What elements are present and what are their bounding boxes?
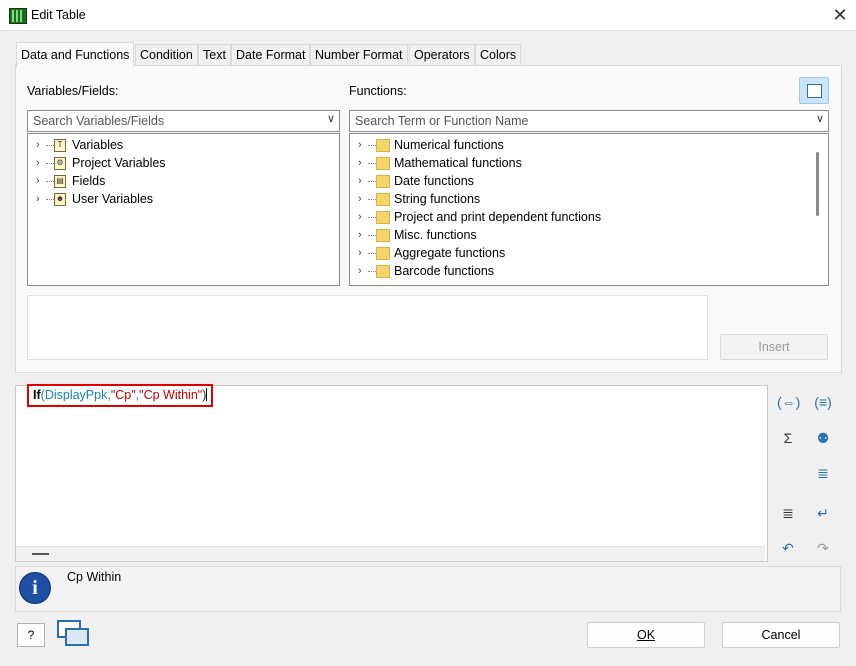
description-box	[27, 295, 708, 360]
tree-item-label: Aggregate functions	[394, 246, 506, 260]
tree-item-mathematical-functions[interactable]: › Mathematical functions	[358, 154, 798, 172]
indent-icon[interactable]: ≣	[777, 503, 799, 523]
formula-string: "Cp Within"	[139, 388, 203, 402]
tree-item-fields[interactable]: › ▤ Fields	[36, 172, 326, 190]
functions-tree[interactable]: › Numerical functions › Mathematical fun…	[349, 133, 829, 286]
formula-field: DisplayPpk	[44, 388, 108, 402]
tree-item-project-print-functions[interactable]: › Project and print dependent functions	[358, 208, 798, 226]
tree-item-aggregate-functions[interactable]: › Aggregate functions	[358, 244, 798, 262]
tree-item-string-functions[interactable]: › String functions	[358, 190, 798, 208]
wrap-expression-icon[interactable]: (⇔)	[777, 392, 800, 412]
close-icon[interactable]: ✕	[828, 3, 852, 27]
tree-item-variables[interactable]: › T Variables	[36, 136, 326, 154]
chevron-right-icon[interactable]: ›	[358, 154, 362, 172]
info-bar	[15, 566, 841, 612]
tree-item-user-variables[interactable]: › ☻ User Variables	[36, 190, 326, 208]
functions-search-placeholder: Search Term or Function Name	[355, 114, 529, 128]
tab-colors[interactable]: Colors	[475, 44, 522, 66]
folder-icon	[376, 175, 390, 188]
user-variables-icon: ☻	[54, 193, 66, 206]
chevron-right-icon[interactable]: ›	[358, 226, 362, 244]
vertical-scrollbar[interactable]	[816, 152, 819, 216]
formula-string: "Cp"	[110, 388, 136, 402]
list-view-icon	[807, 84, 822, 98]
tree-item-label: Barcode functions	[394, 264, 495, 278]
function-view-toggle-button[interactable]	[799, 77, 829, 104]
chevron-right-icon[interactable]: ›	[36, 136, 40, 154]
tree-item-label: Misc. functions	[394, 228, 477, 242]
tab-condition[interactable]: Condition	[135, 44, 198, 66]
chevron-right-icon[interactable]: ›	[358, 190, 362, 208]
variables-search-placeholder: Search Variables/Fields	[33, 114, 165, 128]
users-icon[interactable]: ⚉	[812, 428, 834, 448]
tree-item-label: Numerical functions	[394, 138, 504, 152]
window-title: Edit Table	[31, 8, 86, 22]
redo-icon[interactable]: ↷	[812, 538, 834, 558]
chevron-down-icon[interactable]: ∨	[327, 112, 335, 125]
tree-item-label: Fields	[72, 174, 106, 188]
tree-item-label: Mathematical functions	[394, 156, 522, 170]
chevron-right-icon[interactable]: ›	[36, 154, 40, 172]
chevron-right-icon[interactable]: ›	[358, 262, 362, 280]
tree-item-numerical-functions[interactable]: › Numerical functions	[358, 136, 798, 154]
formula-function: If	[33, 388, 41, 402]
undo-icon[interactable]: ↶	[777, 538, 799, 558]
variables-icon: T	[54, 139, 66, 152]
info-icon: i	[19, 572, 51, 604]
chevron-right-icon[interactable]: ›	[358, 136, 362, 154]
project-variables-icon: ⚙	[54, 157, 66, 170]
fields-icon: ▤	[54, 175, 66, 188]
format-expression-icon[interactable]: (≡)	[812, 392, 834, 412]
chevron-right-icon[interactable]: ›	[36, 172, 40, 190]
tree-item-barcode-functions[interactable]: › Barcode functions	[358, 262, 798, 280]
app-icon	[9, 8, 27, 24]
formula-editor[interactable]	[15, 385, 768, 562]
variables-fields-label: Variables/Fields:	[27, 84, 119, 98]
folder-icon	[376, 193, 390, 206]
chevron-right-icon[interactable]: ›	[358, 244, 362, 262]
variables-search-combo[interactable]: Search Variables/Fields ∨	[27, 110, 340, 132]
outdent-icon[interactable]: ↵	[812, 503, 834, 523]
chevron-right-icon[interactable]: ›	[36, 190, 40, 208]
ok-button[interactable]: OK	[587, 622, 705, 648]
text-cursor	[206, 388, 208, 401]
cancel-button[interactable]: Cancel	[722, 622, 840, 648]
variables-tree[interactable]: › T Variables › ⚙ Project Variables › ▤ …	[27, 133, 340, 286]
insert-line-icon[interactable]: ≣	[812, 463, 834, 483]
functions-search-combo[interactable]: Search Term or Function Name ∨	[349, 110, 829, 132]
tree-item-label: Variables	[72, 138, 124, 152]
tab-data-and-functions[interactable]: Data and Functions	[16, 42, 135, 67]
help-icon[interactable]: ?	[17, 623, 45, 647]
tab-date-format[interactable]: Date Format	[231, 44, 311, 66]
folder-icon	[376, 139, 390, 152]
tree-item-misc-functions[interactable]: › Misc. functions	[358, 226, 798, 244]
folder-icon	[376, 229, 390, 242]
collapse-icon[interactable]	[32, 553, 49, 555]
windows-icon[interactable]	[57, 620, 89, 646]
tree-item-label: Project Variables	[72, 156, 166, 170]
tab-text[interactable]: Text	[198, 44, 231, 66]
chevron-right-icon[interactable]: ›	[358, 172, 362, 190]
formula-line[interactable]: If(DisplayPpk,"Cp","Cp Within")	[33, 388, 208, 402]
folder-icon	[376, 247, 390, 260]
info-text: Cp Within	[67, 570, 122, 584]
functions-label: Functions:	[349, 84, 407, 98]
folder-icon	[376, 211, 390, 224]
tree-item-label: Date functions	[394, 174, 474, 188]
tree-item-label: String functions	[394, 192, 481, 206]
tab-operators[interactable]: Operators	[409, 44, 475, 66]
folder-icon	[376, 157, 390, 170]
chevron-down-icon[interactable]: ∨	[816, 112, 824, 125]
insert-button[interactable]: Insert	[720, 334, 828, 360]
tree-item-date-functions[interactable]: › Date functions	[358, 172, 798, 190]
chevron-right-icon[interactable]: ›	[358, 208, 362, 226]
tree-item-label: Project and print dependent functions	[394, 210, 602, 224]
tab-number-format[interactable]: Number Format	[310, 44, 408, 66]
title-bar	[0, 0, 856, 31]
editor-status-strip	[16, 546, 765, 561]
tree-item-label: User Variables	[72, 192, 154, 206]
sum-icon[interactable]: Σ	[777, 428, 799, 448]
folder-icon	[376, 265, 390, 278]
tree-item-project-variables[interactable]: › ⚙ Project Variables	[36, 154, 326, 172]
